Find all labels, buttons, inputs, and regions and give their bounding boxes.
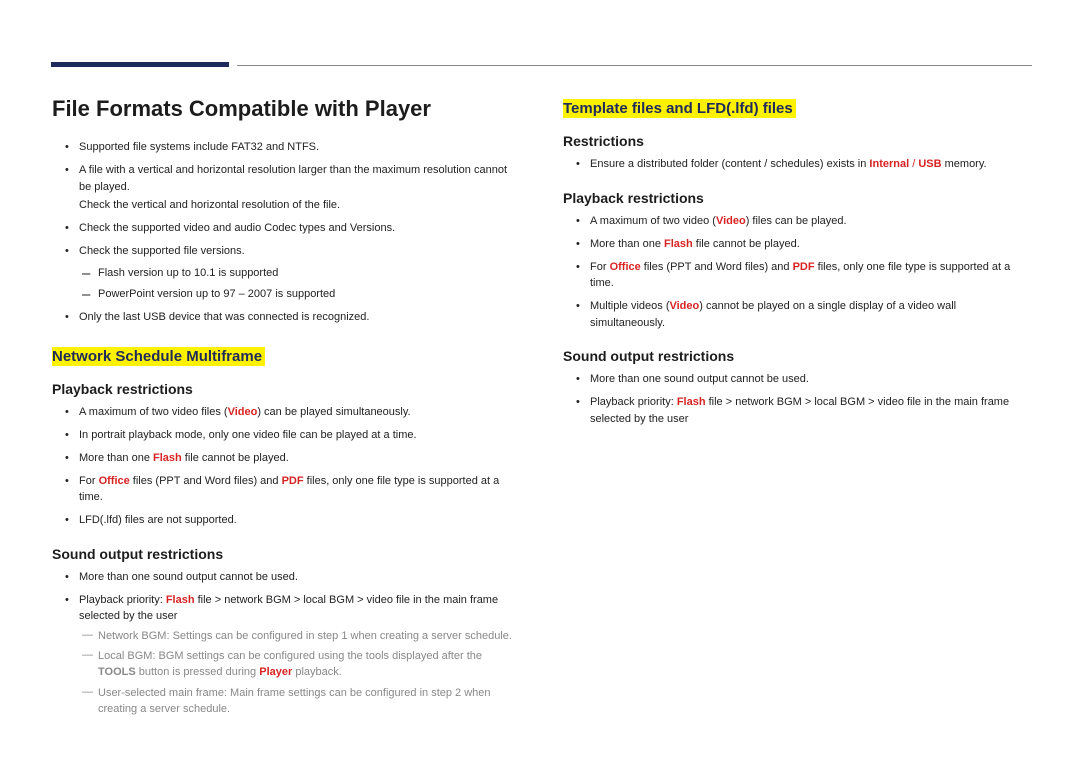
list-item: For Office files (PPT and Word files) an… bbox=[65, 473, 521, 506]
heading-playback-left: Playback restrictions bbox=[52, 381, 521, 397]
heading-restrictions: Restrictions bbox=[563, 133, 1032, 149]
heading-playback-right: Playback restrictions bbox=[563, 190, 1032, 206]
list-item: More than one sound output cannot be use… bbox=[576, 371, 1032, 388]
list-note: Local BGM: BGM settings can be configure… bbox=[82, 649, 521, 681]
page-title: File Formats Compatible with Player bbox=[52, 96, 521, 122]
list-subitem: PowerPoint version up to 97 – 2007 is su… bbox=[82, 286, 521, 303]
list-item: In portrait playback mode, only one vide… bbox=[65, 427, 521, 444]
heading-sound-right: Sound output restrictions bbox=[563, 348, 1032, 364]
list-item: Check the supported file versions.Flash … bbox=[65, 243, 521, 303]
list-item: Supported file systems include FAT32 and… bbox=[65, 139, 521, 156]
list-item: Ensure a distributed folder (content / s… bbox=[576, 156, 1032, 173]
list-item: Check the supported video and audio Code… bbox=[65, 220, 521, 237]
right-sound-list: More than one sound output cannot be use… bbox=[563, 371, 1032, 427]
list-subitem: Flash version up to 10.1 is supported bbox=[82, 265, 521, 282]
list-note: User-selected main frame: Main frame set… bbox=[82, 686, 521, 718]
section-network-heading: Network Schedule Multiframe bbox=[52, 347, 265, 366]
list-item: A maximum of two video files (Video) can… bbox=[65, 404, 521, 421]
list-item: Only the last USB device that was connec… bbox=[65, 309, 521, 326]
list-item: More than one Flash file cannot be playe… bbox=[65, 450, 521, 467]
heading-sound-left: Sound output restrictions bbox=[52, 546, 521, 562]
list-item: A file with a vertical and horizontal re… bbox=[65, 162, 521, 214]
column-left: File Formats Compatible with Player Supp… bbox=[52, 96, 521, 735]
right-restrictions-list: Ensure a distributed folder (content / s… bbox=[563, 156, 1032, 173]
header-accent-bar bbox=[51, 62, 229, 67]
list-item: Playback priority: Flash file > network … bbox=[65, 592, 521, 719]
list-item: Multiple videos (Video) cannot be played… bbox=[576, 298, 1032, 331]
left-sound-list: More than one sound output cannot be use… bbox=[52, 569, 521, 719]
section-template-heading: Template files and LFD(.lfd) files bbox=[563, 99, 796, 118]
header-divider bbox=[237, 65, 1032, 66]
list-item: Playback priority: Flash file > network … bbox=[576, 394, 1032, 427]
right-playback-list: A maximum of two video (Video) files can… bbox=[563, 213, 1032, 332]
list-note: Network BGM: Settings can be configured … bbox=[82, 629, 521, 645]
column-right: Template files and LFD(.lfd) files Restr… bbox=[563, 96, 1032, 735]
list-item: LFD(.lfd) files are not supported. bbox=[65, 512, 521, 529]
list-item: More than one sound output cannot be use… bbox=[65, 569, 521, 586]
left-playback-list: A maximum of two video files (Video) can… bbox=[52, 404, 521, 529]
list-item: More than one Flash file cannot be playe… bbox=[576, 236, 1032, 253]
list-item: A maximum of two video (Video) files can… bbox=[576, 213, 1032, 230]
list-item: For Office files (PPT and Word files) an… bbox=[576, 259, 1032, 292]
intro-list: Supported file systems include FAT32 and… bbox=[52, 139, 521, 326]
